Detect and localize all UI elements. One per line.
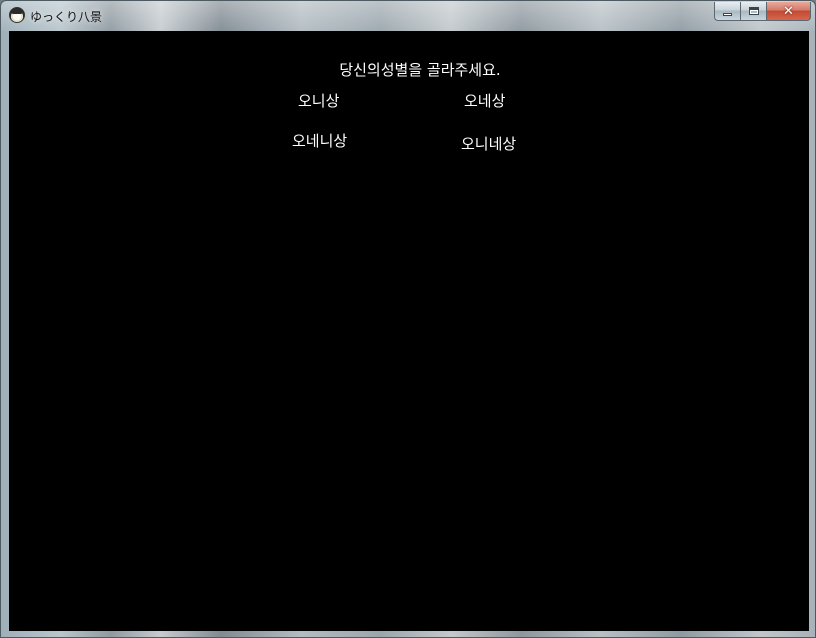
minimize-icon xyxy=(723,12,732,16)
choice-onisan[interactable]: 오니상 xyxy=(298,90,339,111)
maximize-button[interactable] xyxy=(740,2,766,21)
minimize-button[interactable] xyxy=(714,2,740,21)
choice-onesan[interactable]: 오네상 xyxy=(464,90,505,111)
window-title: ゆっくり八景 xyxy=(30,10,103,24)
choice-oninesan[interactable]: 오니네상 xyxy=(461,133,516,154)
game-screen: 당신의성별을 골라주세요. 오니상 오네상 오네니상 오니네상 xyxy=(9,31,809,631)
caption-buttons: ✕ xyxy=(714,2,811,21)
close-button[interactable]: ✕ xyxy=(766,2,811,21)
yukkuri-app-icon xyxy=(9,7,25,23)
title-bar[interactable]: ゆっくり八景 ✕ xyxy=(1,1,816,31)
gender-prompt: 당신의성별을 골라주세요. xyxy=(339,61,501,79)
maximize-icon xyxy=(748,7,759,15)
game-window: ゆっくり八景 ✕ 당신의성별을 골라주세요. 오니상 오네상 오네니상 오니네상 xyxy=(0,0,816,638)
close-icon: ✕ xyxy=(783,3,794,19)
choice-onenisan[interactable]: 오네니상 xyxy=(292,130,347,151)
